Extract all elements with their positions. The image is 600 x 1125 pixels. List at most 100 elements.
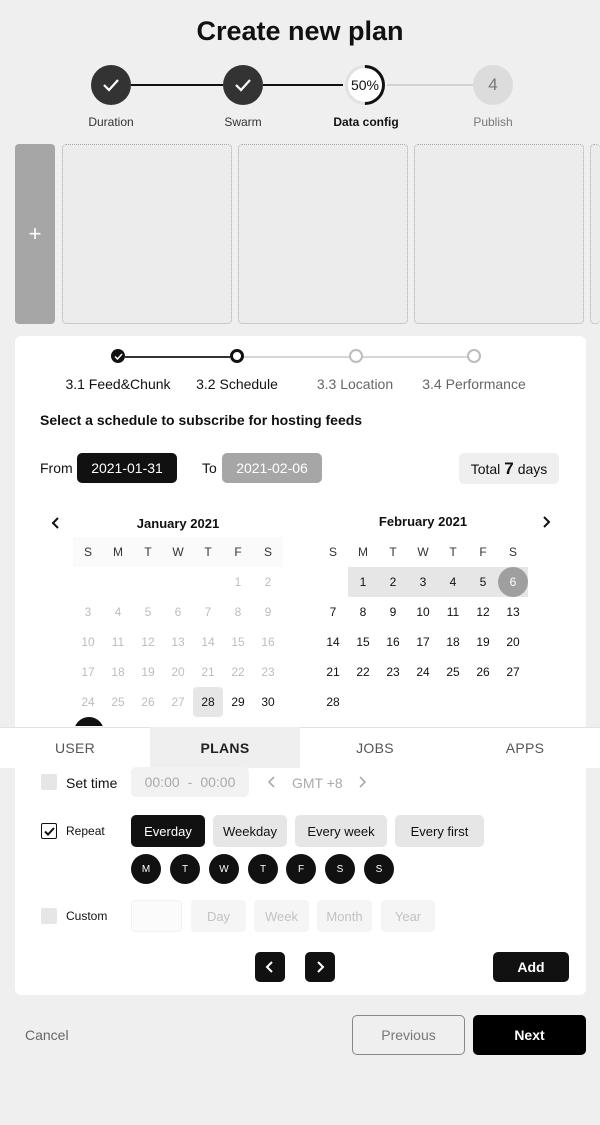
calendar-day[interactable]: 3 bbox=[408, 567, 438, 597]
weekday-toggle-monday[interactable]: M bbox=[131, 854, 161, 884]
set-time-checkbox[interactable] bbox=[41, 774, 57, 790]
calendar-day[interactable]: 6 bbox=[163, 597, 193, 627]
calendar-day[interactable]: 26 bbox=[133, 687, 163, 717]
previous-button[interactable]: Previous bbox=[352, 1015, 465, 1055]
calendar-day[interactable]: 21 bbox=[318, 657, 348, 687]
calendar-day[interactable]: 24 bbox=[73, 687, 103, 717]
time-range-input[interactable]: 00:00 - 00:00 bbox=[131, 767, 249, 797]
calendar-day[interactable]: 7 bbox=[193, 597, 223, 627]
calendar-day[interactable]: 24 bbox=[408, 657, 438, 687]
calendar-day[interactable]: 11 bbox=[103, 627, 133, 657]
repeat-every-first-button[interactable]: Every first bbox=[395, 815, 484, 847]
calendar-day[interactable]: 14 bbox=[318, 627, 348, 657]
add-media-button[interactable]: + bbox=[15, 144, 55, 324]
custom-unit-month[interactable]: Month bbox=[317, 900, 372, 932]
sub-step-location[interactable] bbox=[349, 349, 363, 363]
tab-jobs[interactable]: JOBS bbox=[300, 727, 450, 768]
previous-page-button[interactable] bbox=[255, 952, 285, 982]
step-duration[interactable] bbox=[91, 65, 131, 105]
calendar-day[interactable]: 1 bbox=[348, 567, 378, 597]
calendar-day[interactable]: 5 bbox=[133, 597, 163, 627]
step-data-config[interactable]: 50% bbox=[336, 56, 394, 114]
calendar-day[interactable]: 19 bbox=[133, 657, 163, 687]
custom-unit-week[interactable]: Week bbox=[254, 900, 309, 932]
media-slot[interactable] bbox=[238, 144, 408, 324]
cancel-button[interactable]: Cancel bbox=[25, 1027, 69, 1043]
chevron-right-icon[interactable] bbox=[356, 775, 368, 794]
calendar-day[interactable]: 2 bbox=[378, 567, 408, 597]
calendar-day[interactable]: 15 bbox=[223, 627, 253, 657]
weekday-toggle-sunday[interactable]: S bbox=[364, 854, 394, 884]
calendar-day[interactable]: 27 bbox=[498, 657, 528, 687]
calendar-day[interactable]: 6 bbox=[498, 567, 528, 597]
calendar-day[interactable]: 16 bbox=[253, 627, 283, 657]
calendar-day[interactable]: 7 bbox=[318, 597, 348, 627]
media-slot[interactable] bbox=[62, 144, 232, 324]
calendar-day[interactable]: 22 bbox=[348, 657, 378, 687]
calendar-day[interactable]: 12 bbox=[468, 597, 498, 627]
calendar-day[interactable]: 16 bbox=[378, 627, 408, 657]
calendar-day[interactable]: 5 bbox=[468, 567, 498, 597]
next-button[interactable]: Next bbox=[473, 1015, 586, 1055]
calendar-day[interactable]: 9 bbox=[253, 597, 283, 627]
sub-step-schedule[interactable] bbox=[230, 349, 244, 363]
repeat-everyday-button[interactable]: Everday bbox=[131, 815, 205, 847]
chevron-left-icon[interactable] bbox=[266, 775, 278, 794]
calendar-day[interactable]: 28 bbox=[193, 687, 223, 717]
sub-step-feed-chunk[interactable] bbox=[111, 349, 125, 363]
repeat-checkbox[interactable] bbox=[41, 823, 57, 839]
custom-number-input[interactable] bbox=[131, 900, 182, 932]
calendar-day[interactable]: 20 bbox=[163, 657, 193, 687]
sub-step-performance[interactable] bbox=[467, 349, 481, 363]
add-button[interactable]: Add bbox=[493, 952, 569, 982]
chevron-left-icon[interactable] bbox=[48, 515, 64, 531]
calendar-day[interactable]: 8 bbox=[348, 597, 378, 627]
calendar-day[interactable]: 22 bbox=[223, 657, 253, 687]
chevron-right-icon[interactable] bbox=[538, 514, 554, 530]
calendar-day[interactable]: 23 bbox=[378, 657, 408, 687]
calendar-day[interactable]: 17 bbox=[408, 627, 438, 657]
calendar-day[interactable]: 13 bbox=[163, 627, 193, 657]
calendar-day[interactable]: 29 bbox=[223, 687, 253, 717]
calendar-day[interactable]: 2 bbox=[253, 567, 283, 597]
calendar-day[interactable]: 11 bbox=[438, 597, 468, 627]
tab-plans[interactable]: PLANS bbox=[150, 727, 300, 768]
weekday-toggle-tuesday[interactable]: T bbox=[170, 854, 200, 884]
custom-unit-year[interactable]: Year bbox=[381, 900, 435, 932]
next-page-button[interactable] bbox=[305, 952, 335, 982]
repeat-weekday-button[interactable]: Weekday bbox=[213, 815, 287, 847]
media-slot[interactable] bbox=[590, 144, 600, 324]
calendar-day[interactable]: 15 bbox=[348, 627, 378, 657]
calendar-day[interactable]: 10 bbox=[408, 597, 438, 627]
custom-unit-day[interactable]: Day bbox=[191, 900, 246, 932]
calendar-day[interactable]: 3 bbox=[73, 597, 103, 627]
calendar-day[interactable]: 12 bbox=[133, 627, 163, 657]
repeat-every-week-button[interactable]: Every week bbox=[295, 815, 387, 847]
calendar-day[interactable]: 4 bbox=[103, 597, 133, 627]
calendar-day[interactable]: 8 bbox=[223, 597, 253, 627]
calendar-day[interactable]: 19 bbox=[468, 627, 498, 657]
calendar-day[interactable]: 17 bbox=[73, 657, 103, 687]
calendar-day[interactable]: 4 bbox=[438, 567, 468, 597]
calendar-day[interactable]: 25 bbox=[438, 657, 468, 687]
calendar-day[interactable]: 10 bbox=[73, 627, 103, 657]
calendar-day[interactable]: 18 bbox=[438, 627, 468, 657]
custom-checkbox[interactable] bbox=[41, 908, 57, 924]
weekday-toggle-thursday[interactable]: T bbox=[248, 854, 278, 884]
weekday-toggle-saturday[interactable]: S bbox=[325, 854, 355, 884]
calendar-day[interactable]: 9 bbox=[378, 597, 408, 627]
calendar-day[interactable]: 26 bbox=[468, 657, 498, 687]
step-publish[interactable]: 4 bbox=[473, 65, 513, 105]
media-slot[interactable] bbox=[414, 144, 584, 324]
calendar-day[interactable]: 1 bbox=[223, 567, 253, 597]
calendar-day[interactable]: 27 bbox=[163, 687, 193, 717]
weekday-toggle-wednesday[interactable]: W bbox=[209, 854, 239, 884]
calendar-day[interactable]: 21 bbox=[193, 657, 223, 687]
step-swarm[interactable] bbox=[223, 65, 263, 105]
calendar-day[interactable]: 25 bbox=[103, 687, 133, 717]
calendar-day[interactable]: 13 bbox=[498, 597, 528, 627]
to-date-field[interactable]: 2021-02-06 bbox=[222, 453, 322, 483]
tab-user[interactable]: USER bbox=[0, 727, 150, 768]
calendar-day[interactable]: 28 bbox=[318, 687, 348, 717]
tab-apps[interactable]: APPS bbox=[450, 727, 600, 768]
